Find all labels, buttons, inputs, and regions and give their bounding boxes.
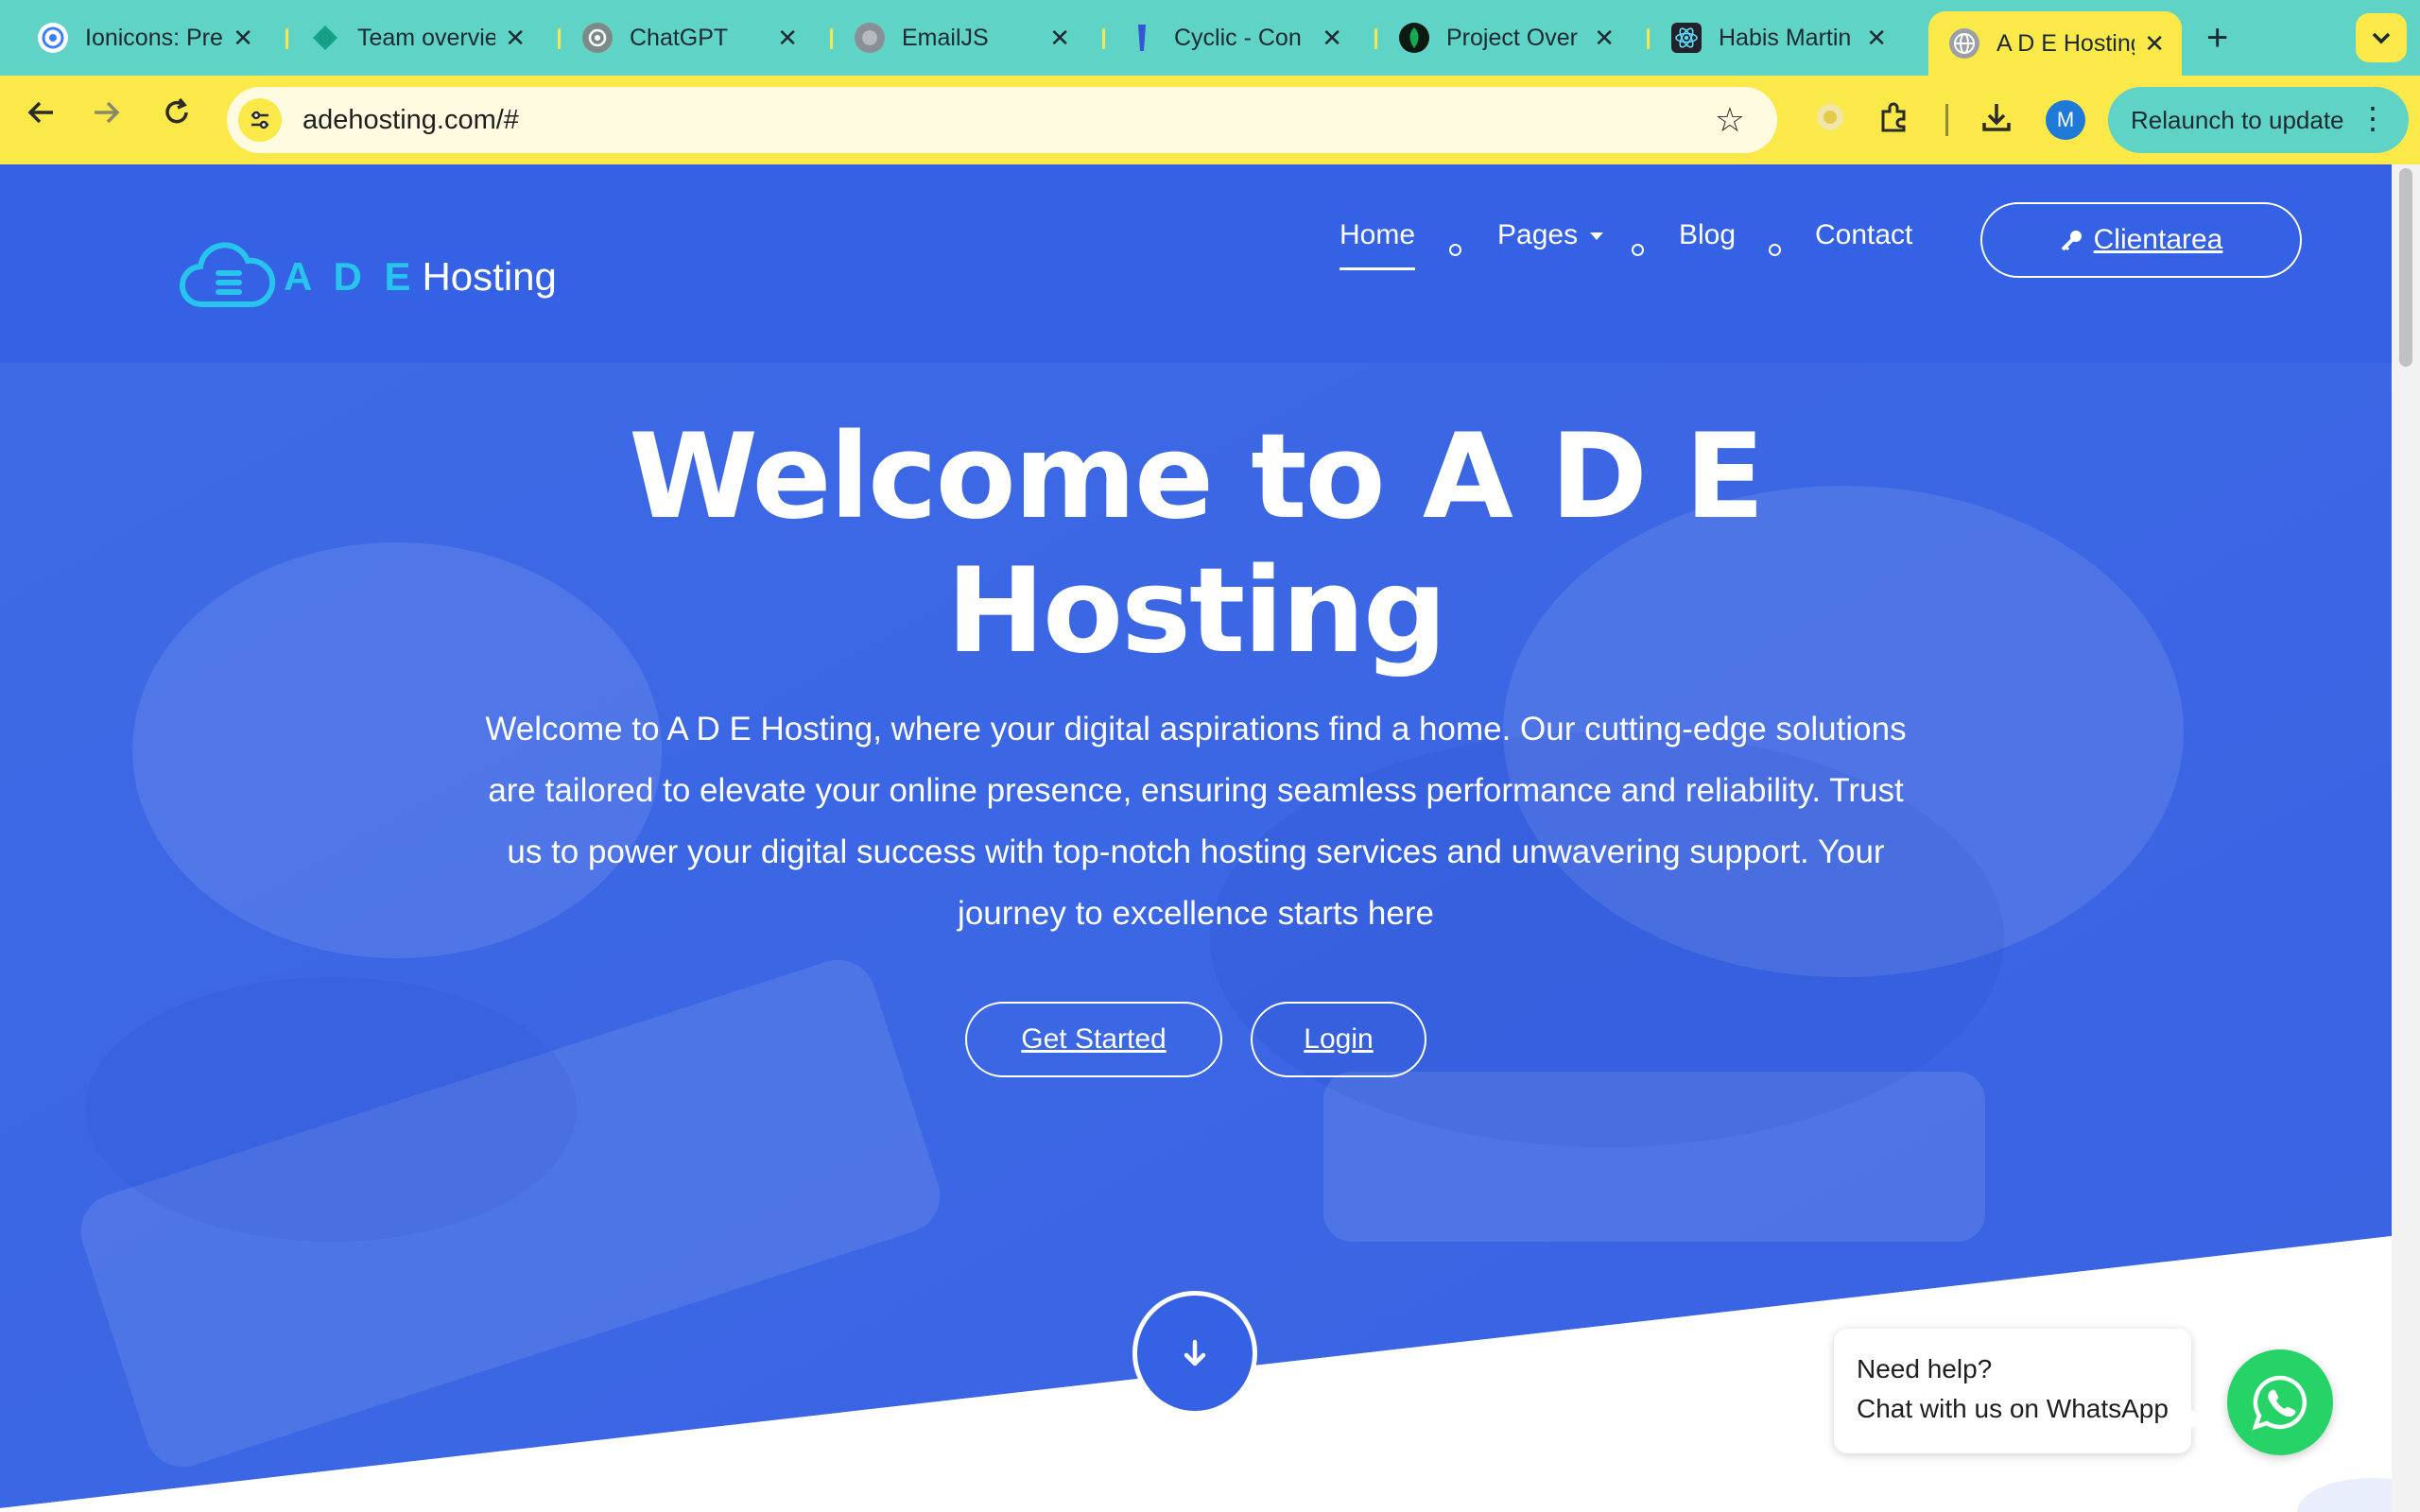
tab-separator — [1374, 28, 1377, 49]
tab-separator — [558, 28, 561, 49]
tab-search-button[interactable] — [2356, 13, 2407, 62]
key-icon — [2061, 231, 2082, 251]
mongodb-leaf-icon — [1399, 23, 1429, 53]
nav-separator — [1632, 244, 1644, 256]
tab-title: EmailJS — [902, 24, 989, 51]
cyclic-icon — [1127, 23, 1157, 53]
whatsapp-chat-button[interactable] — [2227, 1349, 2333, 1455]
back-button[interactable] — [25, 96, 57, 137]
webpage-viewport: A D E Hosting Home Pages Blog Contact Cl… — [0, 164, 2392, 1512]
hero-title: Welcome to A D E Hosting — [0, 410, 2392, 679]
tab-chatgpt[interactable]: ChatGPT ✕ — [562, 11, 815, 64]
tab-project-overview[interactable]: Project Over ✕ — [1378, 11, 1632, 64]
close-icon[interactable]: ✕ — [2144, 29, 2165, 59]
help-line1: Need help? — [1857, 1354, 1993, 1383]
clientarea-label: Clientarea — [2093, 224, 2223, 255]
whatsapp-icon — [2252, 1375, 2308, 1431]
site-header: A D E Hosting Home Pages Blog Contact Cl… — [0, 164, 2392, 363]
extension-puzzle-active-icon[interactable] — [1811, 98, 1849, 145]
close-icon[interactable]: ✕ — [777, 24, 798, 53]
tab-team-overview[interactable]: Team overvie ✕ — [289, 11, 543, 64]
scroll-down-button[interactable] — [1132, 1291, 1257, 1416]
close-icon[interactable]: ✕ — [1322, 24, 1342, 53]
tab-ionicons[interactable]: Ionicons: Pre ✕ — [17, 11, 270, 64]
get-started-button[interactable]: Get Started — [965, 1002, 1222, 1077]
site-settings-icon[interactable] — [238, 98, 282, 142]
close-icon[interactable]: ✕ — [1049, 24, 1070, 53]
chatgpt-icon — [582, 23, 613, 53]
nav-contact[interactable]: Contact — [1815, 219, 1912, 251]
bookmark-star-icon[interactable]: ☆ — [1715, 100, 1745, 140]
nav-pages[interactable]: Pages — [1497, 219, 1604, 251]
close-icon[interactable]: ✕ — [505, 24, 526, 53]
react-atom-icon — [1671, 23, 1702, 53]
tab-title: Cyclic - Con — [1174, 24, 1302, 51]
tab-title: A D E Hosting — [1996, 29, 2135, 57]
hero-description: Welcome to A D E Hosting, where your dig… — [485, 711, 1907, 932]
nav-pages-label: Pages — [1497, 219, 1579, 250]
clientarea-button[interactable]: Clientarea — [1980, 202, 2302, 278]
nav-blog[interactable]: Blog — [1679, 219, 1736, 251]
page-scrollbar[interactable] — [2392, 164, 2420, 1512]
login-button[interactable]: Login — [1251, 1002, 1426, 1077]
arrow-right-icon — [95, 101, 120, 124]
arrow-down-icon — [1184, 1339, 1206, 1366]
globe-icon — [1949, 28, 1979, 59]
address-bar[interactable]: adehosting.com/# ☆ — [227, 87, 1777, 153]
download-icon[interactable] — [1979, 100, 2014, 143]
tab-title: Team overvie — [357, 24, 496, 51]
reload-button[interactable] — [161, 96, 193, 137]
new-tab-button[interactable]: + — [2206, 17, 2228, 60]
url-text[interactable]: adehosting.com/# — [302, 105, 519, 136]
reload-icon — [165, 97, 188, 124]
tab-habis-martin[interactable]: Habis Martin ✕ — [1651, 11, 1904, 64]
tab-title: Project Over — [1446, 24, 1578, 51]
whatsapp-help-bubble[interactable]: Need help? Chat with us on WhatsApp — [1834, 1329, 2204, 1453]
hero-title-line2: Hosting — [946, 543, 1447, 679]
hero-title-line1: Welcome to A D E — [629, 409, 1765, 545]
toolbar-divider — [1945, 104, 1948, 136]
close-icon[interactable]: ✕ — [233, 24, 253, 53]
diamond-icon — [310, 23, 340, 53]
tab-title: ChatGPT — [630, 24, 729, 51]
browser-toolbar: adehosting.com/# ☆ M Relaunch to update … — [0, 76, 2420, 164]
tab-separator — [285, 28, 288, 49]
tab-separator — [830, 28, 833, 49]
tab-cyclic[interactable]: Cyclic - Con ✕ — [1106, 11, 1359, 64]
nav-separator — [1769, 244, 1781, 256]
profile-avatar[interactable]: M — [2046, 100, 2085, 140]
more-menu-icon[interactable]: ⋮ — [2358, 100, 2388, 136]
scrollbar-thumb[interactable] — [2399, 168, 2412, 367]
tab-emailjs[interactable]: EmailJS ✕ — [834, 11, 1087, 64]
tab-ade-hosting[interactable]: A D E Hosting ✕ — [1928, 11, 2182, 76]
forward-button[interactable] — [91, 96, 123, 137]
close-icon[interactable]: ✕ — [1594, 24, 1615, 53]
tab-title: Ionicons: Pre — [85, 24, 223, 51]
tab-separator — [1102, 28, 1105, 49]
nav-separator — [1449, 244, 1461, 256]
ionicons-icon — [38, 23, 68, 53]
relaunch-label: Relaunch to update — [2131, 105, 2344, 134]
relaunch-to-update-button[interactable]: Relaunch to update ⋮ — [2108, 87, 2409, 153]
extensions-icon[interactable] — [1877, 100, 1911, 143]
emailjs-icon — [855, 23, 885, 53]
arrow-left-icon — [27, 101, 53, 124]
tab-title: Habis Martin — [1719, 24, 1852, 51]
caret-down-icon — [1590, 232, 1604, 241]
nav-home[interactable]: Home — [1340, 219, 1416, 270]
browser-tab-strip: Ionicons: Pre ✕ Team overvie ✕ ChatGPT ✕… — [0, 0, 2420, 76]
chevron-down-icon — [2371, 26, 2392, 50]
help-line2: Chat with us on WhatsApp — [1857, 1394, 2169, 1423]
close-icon[interactable]: ✕ — [1866, 24, 1887, 53]
tab-separator — [1647, 28, 1650, 49]
